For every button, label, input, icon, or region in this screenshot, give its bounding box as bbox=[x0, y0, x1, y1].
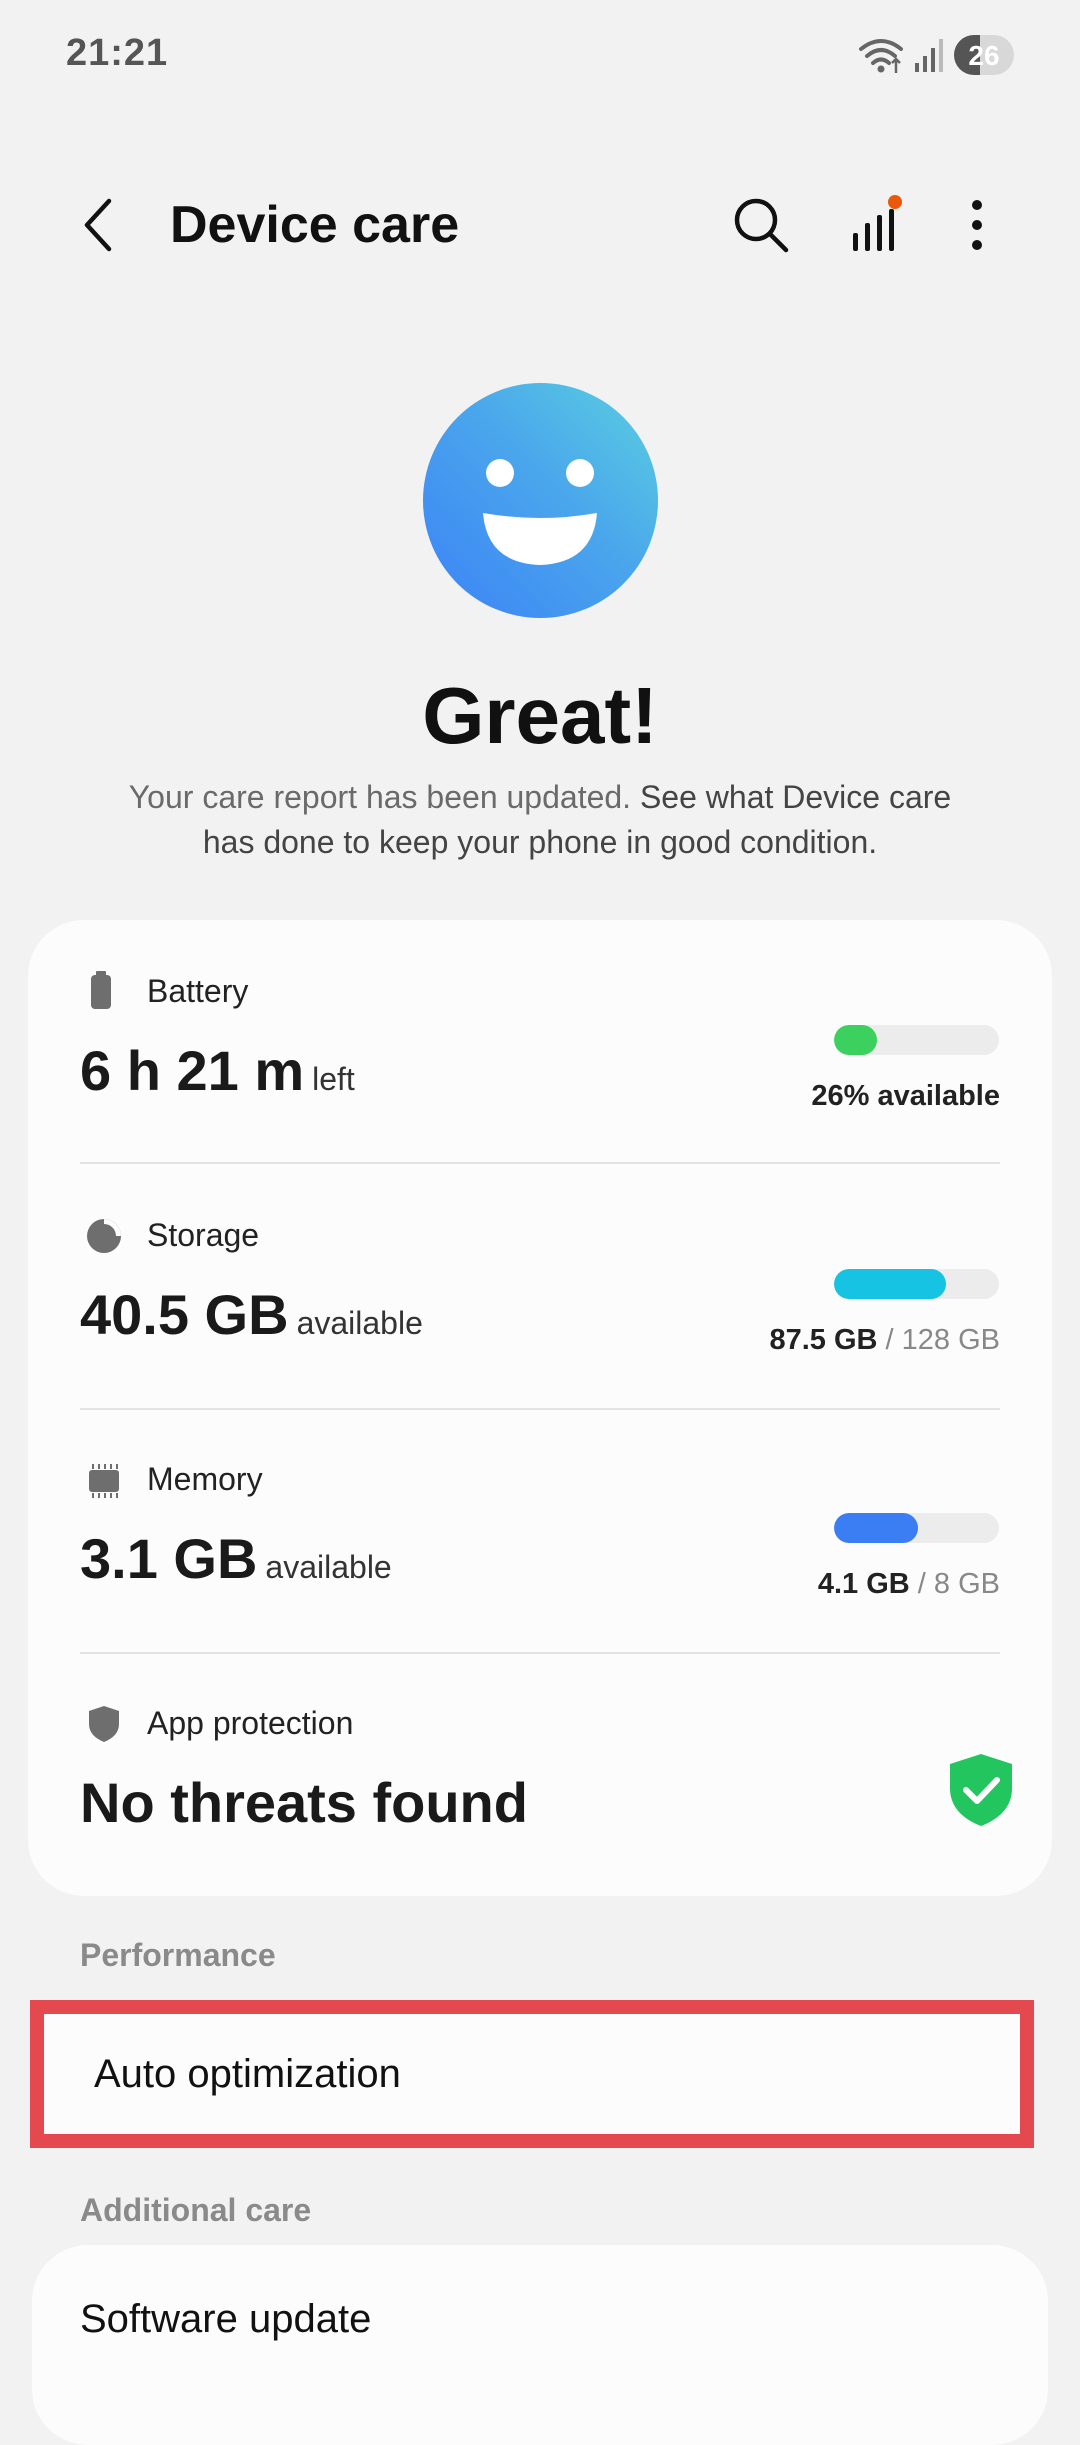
more-vertical-icon bbox=[972, 200, 982, 250]
app-protection-status: No threats found bbox=[80, 1771, 528, 1834]
storage-separator: / bbox=[885, 1324, 894, 1356]
care-report-button[interactable] bbox=[838, 188, 912, 262]
battery-icon bbox=[91, 971, 111, 1009]
page-title: Device care bbox=[170, 196, 460, 254]
signal-bars-icon bbox=[853, 195, 902, 251]
app-protection-value: No threats found bbox=[80, 1770, 528, 1835]
storage-label: Storage bbox=[147, 1217, 260, 1253]
status-time: 21:21 bbox=[66, 32, 169, 74]
memory-used: 4.1 GB bbox=[817, 1568, 910, 1600]
memory-value: 3.1 GB available bbox=[80, 1526, 392, 1591]
notification-dot bbox=[888, 195, 902, 209]
storage-value: 40.5 GB available bbox=[80, 1282, 423, 1347]
software-update-item[interactable]: Software update bbox=[32, 2245, 1048, 2445]
search-icon bbox=[734, 198, 789, 253]
battery-unit: left bbox=[312, 1061, 355, 1097]
status-icons: 26 bbox=[858, 32, 1014, 78]
storage-total: 128 GB bbox=[901, 1324, 1000, 1356]
status-bar: 21:21 26 bbox=[0, 0, 1080, 110]
storage-usage-bar bbox=[834, 1269, 999, 1299]
status-description: Your care report has been updated. See w… bbox=[100, 775, 980, 865]
battery-label: Battery bbox=[147, 973, 249, 1009]
chevron-left-icon bbox=[84, 198, 112, 252]
storage-used: 87.5 GB bbox=[769, 1324, 878, 1356]
memory-chip-icon bbox=[89, 1464, 119, 1498]
wifi-icon bbox=[859, 39, 903, 73]
memory-label: Memory bbox=[147, 1461, 263, 1497]
performance-header: Performance bbox=[80, 1937, 276, 1973]
memory-separator: / bbox=[917, 1568, 926, 1600]
more-options-button[interactable] bbox=[940, 188, 1014, 262]
cell-signal-icon bbox=[915, 39, 943, 72]
app-protection-section[interactable]: App protection No threats found bbox=[28, 1652, 1052, 1896]
battery-caption: 26% available bbox=[811, 1080, 1000, 1113]
memory-usage-bar bbox=[834, 1513, 999, 1543]
battery-status-icon: 26 bbox=[954, 35, 1014, 75]
storage-available-value: 40.5 GB bbox=[80, 1283, 289, 1346]
additional-care-header: Additional care bbox=[80, 2192, 312, 2228]
software-update-label: Software update bbox=[80, 2297, 372, 2341]
battery-status-level: 26 bbox=[968, 40, 1000, 71]
status-title: Great! bbox=[422, 671, 658, 760]
memory-unit: available bbox=[265, 1549, 392, 1585]
search-button[interactable] bbox=[724, 188, 798, 262]
back-button[interactable] bbox=[64, 190, 134, 260]
storage-section[interactable]: Storage 40.5 GB available 87.5 GB / 128 G… bbox=[28, 1164, 1052, 1408]
auto-optimization-label: Auto optimization bbox=[94, 2051, 401, 2096]
memory-caption: 4.1 GB / 8 GB bbox=[818, 1568, 1000, 1601]
storage-unit: available bbox=[296, 1305, 423, 1341]
battery-value: 6 h 21 m left bbox=[80, 1038, 355, 1103]
app-protection-label: App protection bbox=[147, 1705, 354, 1741]
device-status-card: Battery 6 h 21 m left 26% available Stora… bbox=[28, 920, 1052, 1896]
app-header: Device care bbox=[0, 170, 1080, 280]
memory-section[interactable]: Memory 3.1 GB available 4.1 GB / 8 GB bbox=[28, 1408, 1052, 1652]
storage-pie-icon bbox=[87, 1219, 121, 1253]
memory-total: 8 GB bbox=[933, 1568, 1000, 1600]
battery-time-left: 6 h 21 m bbox=[80, 1039, 305, 1102]
shield-icon bbox=[89, 1706, 119, 1742]
storage-usage-fill bbox=[834, 1269, 947, 1299]
memory-available-value: 3.1 GB bbox=[80, 1527, 258, 1590]
status-description-part1: Your care report has been updated. bbox=[128, 779, 632, 815]
auto-optimization-item[interactable]: Auto optimization bbox=[30, 2000, 1034, 2148]
smiley-face-icon bbox=[423, 383, 658, 618]
battery-level-bar bbox=[834, 1025, 999, 1055]
memory-usage-fill bbox=[834, 1513, 919, 1543]
battery-section[interactable]: Battery 6 h 21 m left 26% available bbox=[28, 920, 1052, 1164]
storage-caption: 87.5 GB / 128 GB bbox=[769, 1324, 1000, 1357]
shield-check-icon bbox=[950, 1754, 1012, 1826]
battery-level-fill bbox=[834, 1025, 877, 1055]
battery-available: 26% available bbox=[811, 1080, 1000, 1112]
